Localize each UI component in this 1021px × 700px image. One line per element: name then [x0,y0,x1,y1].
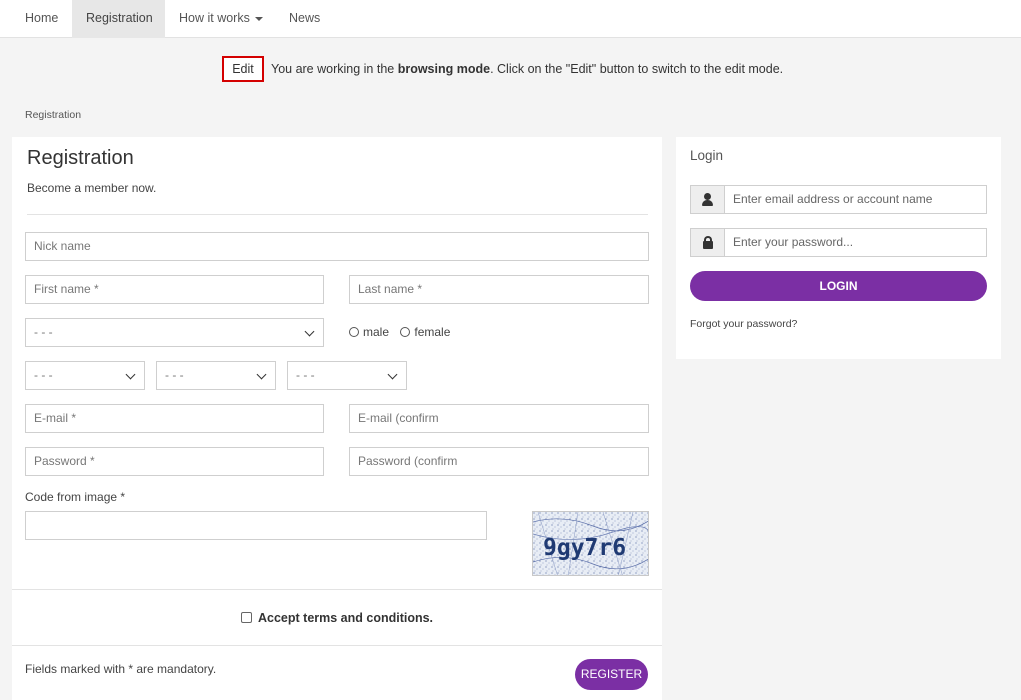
chevron-down-icon [125,369,136,380]
captcha-image: 9gy7r6 [532,511,649,576]
chevron-down-icon [304,326,315,337]
radio-male[interactable] [349,327,359,337]
divider [27,214,648,215]
forgot-password-link[interactable]: Forgot your password? [690,318,797,330]
edit-msg-suffix: . Click on the "Edit" button to switch t… [490,62,784,76]
birth-year-select[interactable]: - - - [287,361,407,390]
birth-month-select[interactable]: - - - [156,361,276,390]
mandatory-note: Fields marked with * are mandatory. [25,662,217,676]
captcha-noise-icon: 9gy7r6 [533,512,648,575]
nav-item-how-it-works-label: How it works [179,11,250,25]
password-confirm-input[interactable]: Password (confirm [349,447,649,476]
first-name-input[interactable]: First name * [25,275,324,304]
birth-day-value: - - - [34,368,53,382]
register-button[interactable]: REGISTER [575,659,648,690]
caret-down-icon [254,16,263,21]
lock-icon [691,229,725,256]
email-input[interactable]: E-mail * [25,404,324,433]
login-user-group[interactable]: Enter email address or account name [690,185,987,214]
birth-day-select[interactable]: - - - [25,361,145,390]
divider [12,589,662,590]
edit-mode-message: You are working in the browsing mode. Cl… [271,62,783,76]
radio-female-label: female [414,325,451,339]
accept-terms-label: Accept terms and conditions. [258,611,434,625]
nav-item-news[interactable]: News [289,0,320,38]
chevron-down-icon [256,369,267,380]
captcha-text: 9gy7r6 [543,535,626,561]
email-confirm-input[interactable]: E-mail (confirm [349,404,649,433]
radio-male-label: male [363,325,390,339]
nav-item-how-it-works[interactable]: How it works [179,0,263,38]
top-navigation: Home Registration How it works News [0,0,1021,38]
chevron-down-icon [387,369,398,380]
accept-terms[interactable]: Accept terms and conditions. [241,611,433,625]
breadcrumb[interactable]: Registration [25,109,81,121]
page-title: Registration [27,147,134,169]
title-select-value: - - - [34,325,53,339]
title-select[interactable]: - - - [25,318,324,347]
accept-terms-checkbox[interactable] [241,612,252,623]
captcha-label: Code from image * [25,490,126,504]
edit-msg-prefix: You are working in the [271,62,398,76]
last-name-input[interactable]: Last name * [349,275,649,304]
birth-year-value: - - - [296,368,315,382]
captcha-input[interactable] [25,511,487,540]
gender-radio-group: male female [349,325,450,339]
radio-female[interactable] [400,327,411,337]
divider [12,645,662,646]
login-password-input[interactable]: Enter your password... [733,229,853,256]
login-user-input[interactable]: Enter email address or account name [733,186,932,213]
nickname-input[interactable]: Nick name [25,232,649,261]
user-icon [691,186,725,213]
page-subtitle: Become a member now. [27,181,157,195]
edit-msg-mode: browsing mode [397,62,491,76]
login-button[interactable]: LOGIN [690,271,987,301]
edit-button[interactable]: Edit [222,56,264,82]
nav-item-home[interactable]: Home [25,0,58,38]
password-input[interactable]: Password * [25,447,324,476]
nav-item-registration[interactable]: Registration [72,0,165,38]
birth-month-value: - - - [165,368,184,382]
login-password-group[interactable]: Enter your password... [690,228,987,257]
login-title: Login [690,148,724,163]
